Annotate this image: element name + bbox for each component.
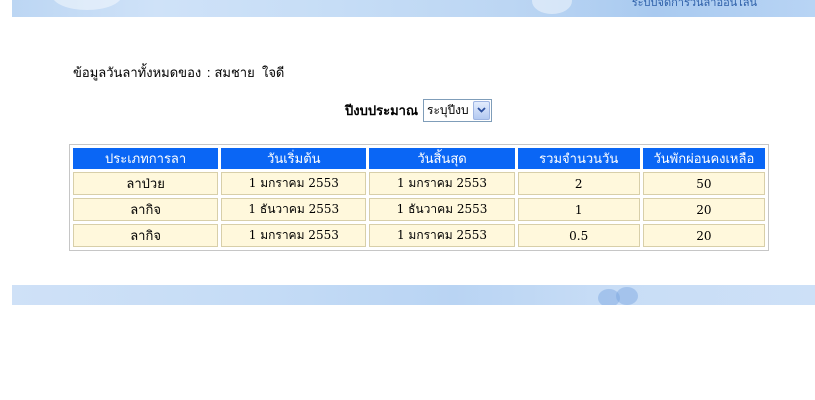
column-header-start-date: วันเริ่มต้น bbox=[221, 148, 367, 169]
column-header-total-days: รวมจำนวนวัน bbox=[517, 148, 640, 169]
employee-last-name: ใจดี bbox=[261, 65, 285, 80]
banner-decoration bbox=[52, 0, 122, 10]
cell-start-date: 1 มกราคม 2553 bbox=[221, 172, 367, 195]
fiscal-year-filter: ปีงบประมาณ ระบุปีงบ bbox=[345, 98, 492, 122]
cell-leave-type: ลากิจ bbox=[73, 198, 219, 221]
cell-total-days: 1 bbox=[517, 198, 640, 221]
column-header-leave-type: ประเภทการลา bbox=[73, 148, 219, 169]
cell-remaining-vacation: 20 bbox=[642, 224, 765, 247]
top-banner: ระบบจัดการวันลาออนไลน์ bbox=[12, 0, 815, 17]
cell-start-date: 1 ธันวาคม 2553 bbox=[221, 198, 367, 221]
employee-info: ข้อมูลวันลาทั้งหมดของ : สมชาย ใจดี bbox=[73, 62, 284, 83]
cell-leave-type: ลากิจ bbox=[73, 224, 219, 247]
fiscal-year-label: ปีงบประมาณ bbox=[345, 102, 418, 118]
fiscal-year-select[interactable]: ระบุปีงบ bbox=[423, 98, 492, 122]
cell-start-date: 1 มกราคม 2553 bbox=[221, 224, 367, 247]
cell-total-days: 2 bbox=[517, 172, 640, 195]
cell-end-date: 1 ธันวาคม 2553 bbox=[369, 198, 515, 221]
employee-info-separator: : bbox=[206, 65, 211, 80]
bottom-banner bbox=[12, 285, 815, 305]
employee-info-label: ข้อมูลวันลาทั้งหมดของ bbox=[73, 65, 202, 80]
column-header-end-date: วันสิ้นสุด bbox=[369, 148, 515, 169]
banner-title: ระบบจัดการวันลาออนไลน์ bbox=[631, 0, 757, 9]
column-header-remaining-vacation: วันพักผ่อนคงเหลือ bbox=[642, 148, 765, 169]
cell-total-days: 0.5 bbox=[517, 224, 640, 247]
banner-decoration bbox=[532, 0, 572, 14]
fiscal-year-selected-value: ระบุปีงบ bbox=[427, 102, 469, 117]
cell-remaining-vacation: 20 bbox=[642, 198, 765, 221]
table-row: ลาป่วย 1 มกราคม 2553 1 มกราคม 2553 2 50 bbox=[73, 172, 765, 195]
chevron-down-icon[interactable] bbox=[472, 100, 490, 120]
table-row: ลากิจ 1 มกราคม 2553 1 มกราคม 2553 0.5 20 bbox=[73, 224, 765, 247]
table-row: ลากิจ 1 ธันวาคม 2553 1 ธันวาคม 2553 1 20 bbox=[73, 198, 765, 221]
cell-remaining-vacation: 50 bbox=[642, 172, 765, 195]
cell-end-date: 1 มกราคม 2553 bbox=[369, 172, 515, 195]
table-header-row: ประเภทการลา วันเริ่มต้น วันสิ้นสุด รวมจำ… bbox=[73, 148, 765, 169]
cell-leave-type: ลาป่วย bbox=[73, 172, 219, 195]
leave-table: ประเภทการลา วันเริ่มต้น วันสิ้นสุด รวมจำ… bbox=[69, 144, 769, 251]
employee-first-name: สมชาย bbox=[214, 65, 255, 80]
banner-decoration bbox=[616, 287, 638, 305]
cell-end-date: 1 มกราคม 2553 bbox=[369, 224, 515, 247]
